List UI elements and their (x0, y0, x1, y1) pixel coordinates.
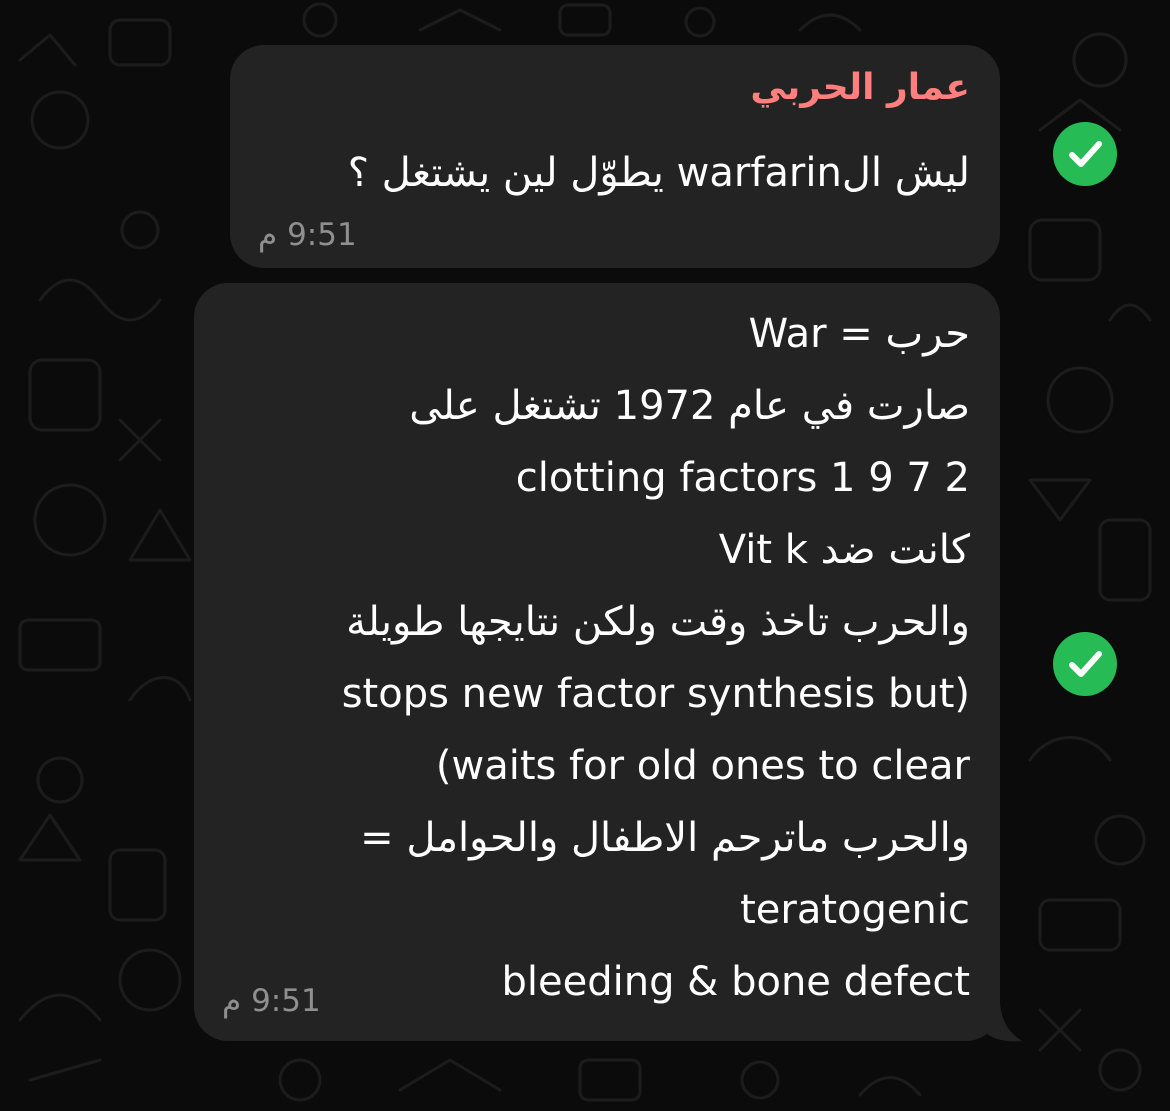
check-circle-icon (1053, 122, 1117, 186)
check-circle-icon (1053, 632, 1117, 696)
message-timestamp: 9:51 م (258, 217, 357, 253)
message-text: ليش الwarfarin يطوّل لين يشتغل ؟ (347, 150, 970, 196)
message-bubble[interactable]: عمار الحربي ليش الwarfarin يطوّل لين يشت… (230, 45, 1000, 268)
message-line: (waits for old ones to clear (435, 743, 970, 789)
message-line: bleeding & bone defect (501, 959, 971, 1005)
message-line: والحرب ماترحم الاطفال والحوامل = (360, 815, 970, 861)
message-line: والحرب تاخذ وقت ولكن نتايجها طويلة (346, 599, 970, 645)
message-line: صارت في عام 1972 تشتغل على (409, 383, 970, 429)
message-timestamp: 9:51 م (222, 983, 321, 1019)
message-bubble[interactable]: حرب = War صارت في عام 1972 تشتغل على clo… (194, 283, 1000, 1041)
message-line: stops new factor synthesis but) (341, 671, 970, 717)
message-line: حرب = War (748, 311, 970, 357)
bubble-tail (986, 1003, 1022, 1042)
message-line: teratogenic (740, 887, 970, 933)
message-line: كانت ضد Vit k (718, 527, 970, 573)
sender-name[interactable]: عمار الحربي (750, 67, 970, 108)
message-line: clotting factors 1 9 7 2 (515, 455, 970, 501)
